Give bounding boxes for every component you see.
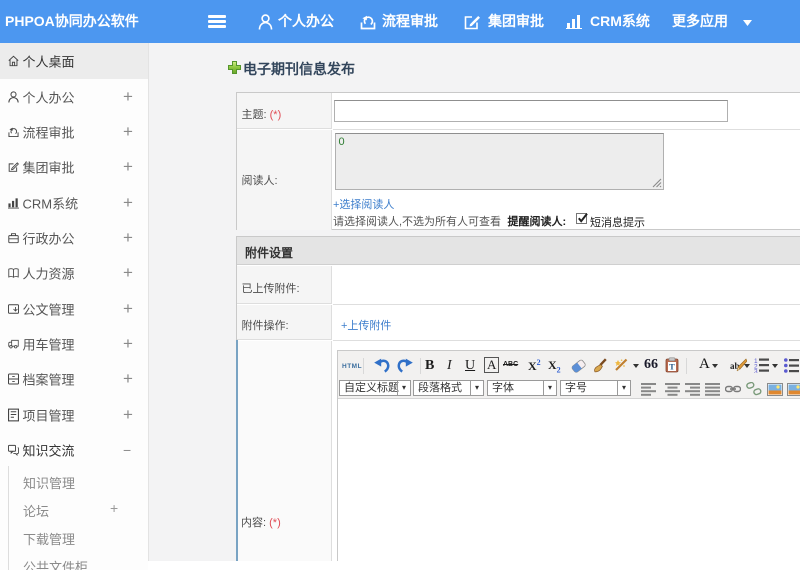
svg-text:3: 3	[754, 369, 758, 374]
svg-text:T: T	[669, 362, 675, 372]
